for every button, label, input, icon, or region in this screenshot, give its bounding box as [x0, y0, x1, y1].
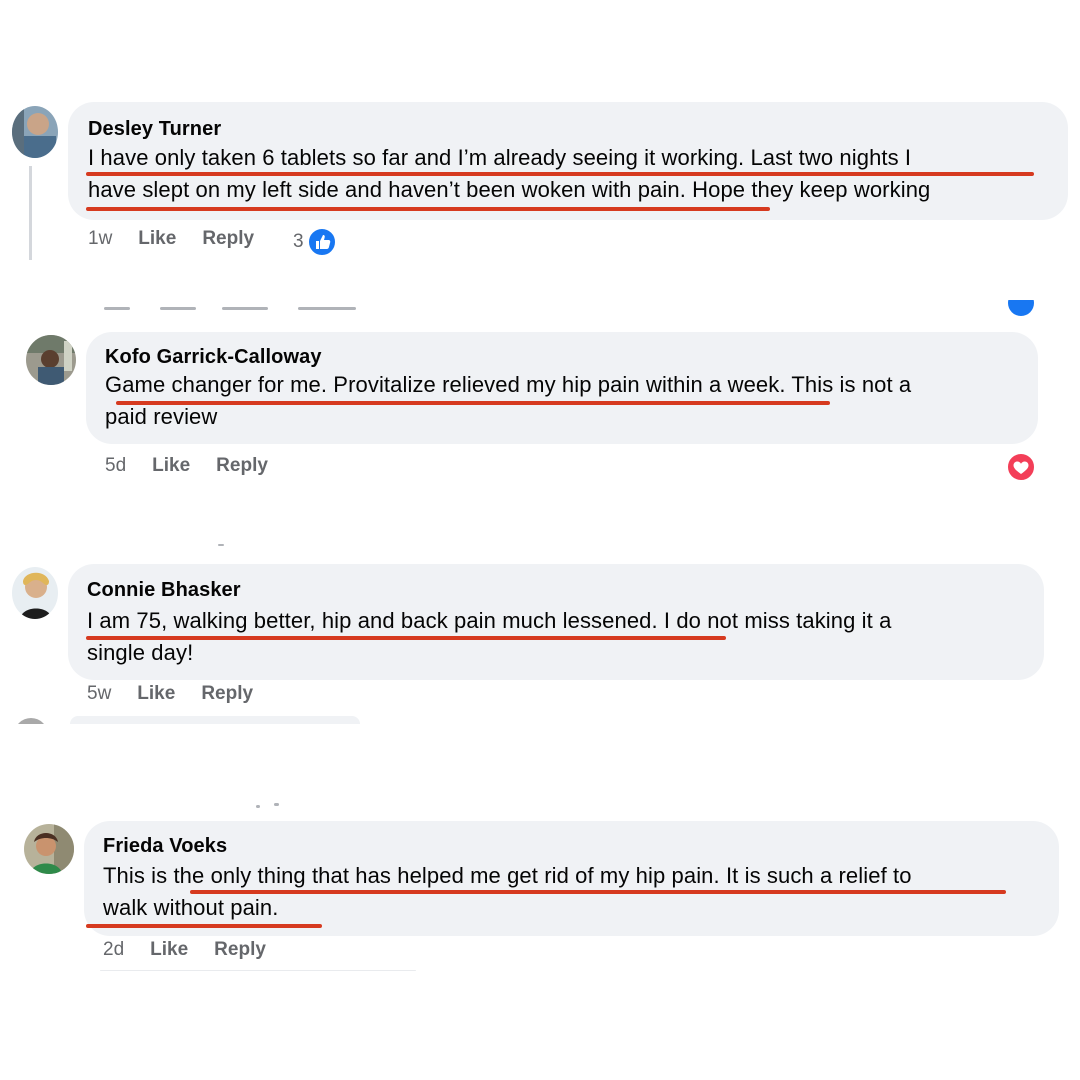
- like-button[interactable]: Like: [138, 228, 176, 250]
- comment-author[interactable]: Kofo Garrick-Calloway: [105, 346, 322, 369]
- cropped-fragment: [298, 307, 356, 310]
- comment-time[interactable]: 5w: [87, 683, 111, 705]
- comment-time[interactable]: 2d: [103, 939, 124, 961]
- highlight-underline: [86, 636, 726, 640]
- highlight-underline: [86, 207, 770, 211]
- comment-text-line: Game changer for me. Provitalize relieve…: [105, 372, 912, 397]
- reply-button[interactable]: Reply: [216, 455, 268, 477]
- cropped-divider: [100, 970, 416, 971]
- comment-author[interactable]: Frieda Voeks: [103, 835, 227, 858]
- comment-text-line: This is the only thing that has helped m…: [103, 863, 912, 888]
- highlight-underline: [86, 924, 322, 928]
- comment-text-line: single day!: [87, 640, 194, 665]
- cropped-fragment: [104, 307, 130, 310]
- comment-text-line: I have only taken 6 tablets so far and I…: [88, 145, 912, 170]
- avatar[interactable]: [12, 106, 58, 158]
- love-icon[interactable]: [1006, 452, 1036, 482]
- avatar[interactable]: [24, 824, 74, 874]
- comment-text-line: have slept on my left side and haven’t b…: [88, 177, 931, 202]
- thread-line: [29, 166, 32, 260]
- comment-author[interactable]: Connie Bhasker: [87, 579, 241, 602]
- comment-author[interactable]: Desley Turner: [88, 118, 221, 141]
- reply-button[interactable]: Reply: [214, 939, 266, 961]
- comment-actions: 1w Like Reply: [88, 228, 280, 250]
- like-button[interactable]: Like: [137, 683, 175, 705]
- cropped-fragment: [274, 803, 279, 806]
- comment-text-line: I am 75, walking better, hip and back pa…: [87, 608, 892, 633]
- cropped-fragment: [160, 307, 196, 310]
- comment-time[interactable]: 5d: [105, 455, 126, 477]
- comment-time[interactable]: 1w: [88, 228, 112, 250]
- like-button[interactable]: Like: [152, 455, 190, 477]
- comment-actions: 5w Like Reply: [87, 683, 279, 705]
- highlight-underline: [116, 401, 830, 405]
- reply-button[interactable]: Reply: [202, 228, 254, 250]
- comment-actions: 2d Like Reply: [103, 939, 292, 961]
- cropped-bubble-edge: [70, 716, 360, 724]
- avatar[interactable]: [12, 567, 58, 619]
- comment-actions: 5d Like Reply: [105, 455, 294, 477]
- cropped-avatar-edge: [14, 718, 48, 724]
- reply-button[interactable]: Reply: [201, 683, 253, 705]
- highlight-underline: [190, 890, 1006, 894]
- like-button[interactable]: Like: [150, 939, 188, 961]
- cropped-reaction-icon: [1008, 300, 1034, 316]
- avatar[interactable]: [26, 335, 76, 385]
- reaction-count-number: 3: [293, 231, 304, 252]
- cropped-fragment: [256, 805, 260, 808]
- cropped-fragment: [222, 307, 268, 310]
- reaction-count[interactable]: 3: [293, 227, 337, 257]
- comment-text-line: paid review: [105, 404, 218, 429]
- cropped-fragment: [218, 544, 224, 546]
- highlight-underline: [86, 172, 1034, 176]
- like-icon: [306, 227, 337, 257]
- comment-text-line: walk without pain.: [103, 895, 279, 920]
